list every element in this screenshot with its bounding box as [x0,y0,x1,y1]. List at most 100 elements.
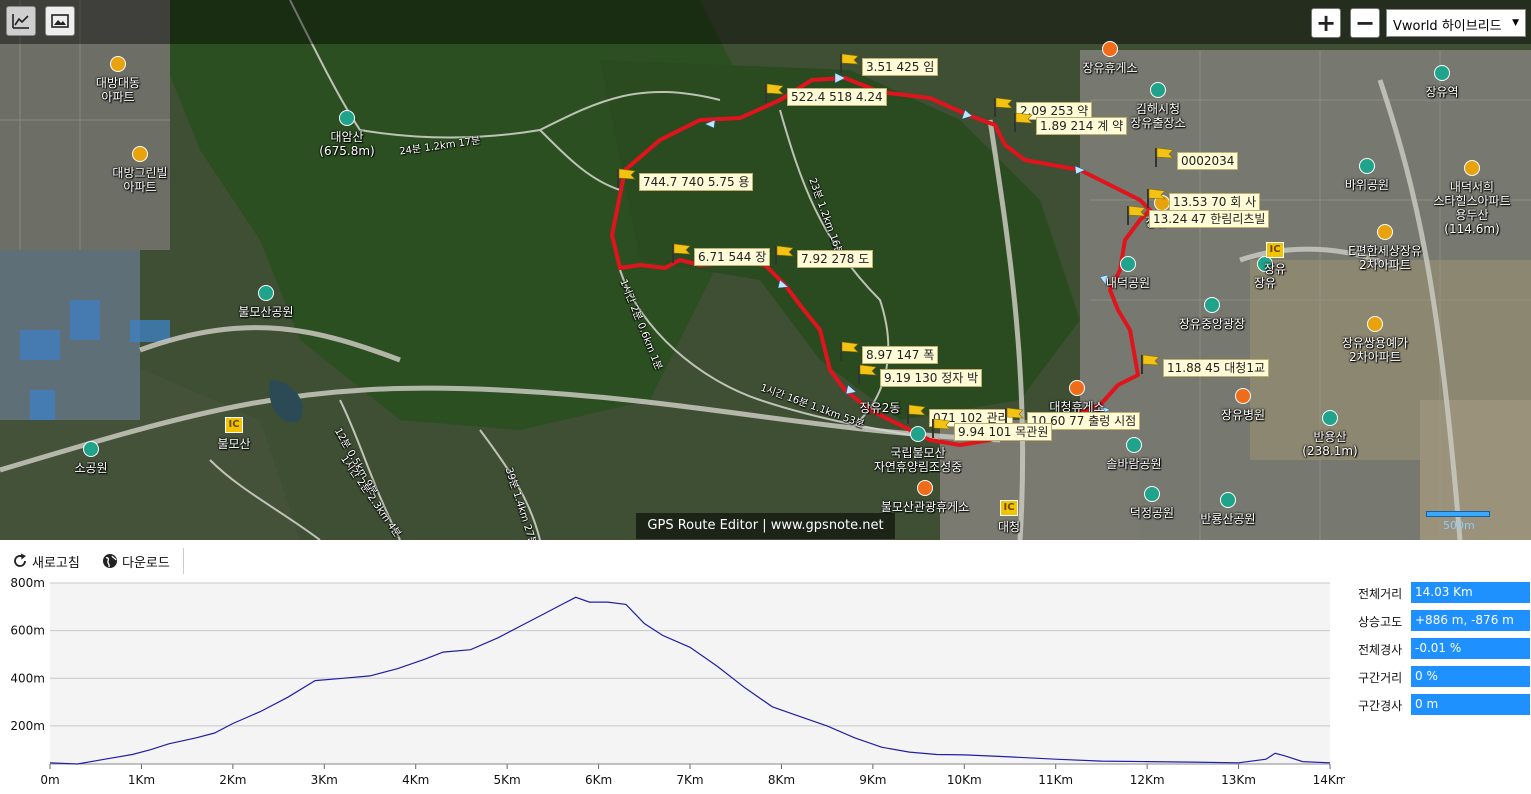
map-view[interactable]: + − Vworld 하이브리드 ▼ 대방대동 아파트대방그린빌 아파트 대암산 (67… [0,0,1531,540]
stat-value: 0 % [1411,666,1530,687]
x-tick-label: 7Km [676,773,703,787]
map-layer-select[interactable]: Vworld 하이브리드 ▼ [1386,9,1526,37]
download-button[interactable]: 다운로드 [102,550,170,572]
chevron-down-icon: ▼ [1512,18,1519,28]
map-toolbar [0,0,1531,44]
metro-icon [1434,65,1450,81]
elevation-chart[interactable]: 200m 400m 600m 800m 0m 1Km 2Km 3Km 4Km 5Km 6Km 7Km 8… [0,570,1345,794]
waypoint-label[interactable]: 3.51 425 임 [862,58,939,76]
globe-icon [103,554,117,568]
waypoint-flag-icon[interactable] [905,403,927,425]
waypoint-label[interactable]: 744.7 740 5.75 용 [639,173,754,191]
stat-label: 구간거리 [1358,671,1403,685]
x-tick-label: 6Km [585,773,612,787]
waypoint-flag-icon[interactable] [930,417,952,439]
waypoint-label[interactable]: 7.92 278 도 [797,250,874,268]
waypoint-label[interactable]: 1.89 214 계 약 [1036,117,1128,135]
waypoint-label[interactable]: 522.4 518 4.24 [787,88,887,106]
place-label[interactable]: 반룡산공원 [1200,512,1255,526]
waypoint-flag-icon[interactable] [1012,111,1034,133]
place-label[interactable]: 장유 [1264,262,1286,276]
waypoint-flag-icon[interactable] [773,244,795,266]
food-icon [1069,380,1085,396]
x-tick-label: 8Km [768,773,795,787]
x-tick-label: 11Km [1038,773,1073,787]
waypoint-flag-icon[interactable] [763,82,785,104]
place-label[interactable]: 장유휴게소 [1082,61,1137,75]
apt-icon [132,146,148,162]
place-label[interactable]: 불모산 [217,437,250,451]
scale-text: 500m [1443,519,1475,532]
place-label[interactable]: 바위공원 [1345,178,1389,192]
waypoint-flag-icon[interactable] [1145,187,1167,209]
park-icon [1220,492,1236,508]
waypoint-flag-icon[interactable] [1139,353,1161,375]
waypoint-label[interactable]: 6.71 544 장 [694,248,771,266]
park-icon [83,441,99,457]
hosp-icon [1235,388,1251,404]
place-label[interactable]: 대암산 (675.8m) [319,130,374,158]
zoom-out-button[interactable]: − [1350,8,1380,38]
photo-toggle-button[interactable] [45,6,75,36]
stat-value: 0 m [1411,694,1530,715]
place-label[interactable]: 장유2동 [860,401,901,415]
refresh-button[interactable]: 새로고침 [12,550,80,572]
waypoint-flag-icon[interactable] [856,363,878,385]
food-icon [1102,41,1118,57]
waypoint-label[interactable]: 9.19 130 정자 박 [880,369,983,387]
interchange-icon: IC [1266,242,1284,258]
waypoint-flag-icon[interactable] [670,242,692,264]
place-label[interactable]: 반용산 (238.1m) [1302,430,1357,458]
y-tick-label: 200m [10,719,45,733]
waypoint-flag-icon[interactable] [838,52,860,74]
apt-icon [1464,160,1480,176]
place-label[interactable]: 덕정공원 [1130,506,1174,520]
chart-toggle-button[interactable] [6,6,36,36]
map-layer-selected: Vworld 하이브리드 [1393,19,1502,34]
waypoint-label[interactable]: 13.53 70 회 사 [1169,193,1261,211]
place-label[interactable]: 장유중앙광장 [1179,317,1245,331]
place-label[interactable]: 김해시청 장유출장소 [1130,102,1185,130]
place-label[interactable]: E편한세상장유 2차아파트 [1348,244,1422,272]
satellite-imagery [0,0,1531,540]
stat-label: 구간경사 [1358,699,1403,713]
place-label[interactable]: 불모산관광휴게소 [881,500,969,514]
place-label[interactable]: 국립불모산 자연휴양림조성중 [874,446,962,474]
zoom-in-button[interactable]: + [1311,8,1341,38]
place-label[interactable]: 장유병원 [1221,408,1265,422]
waypoint-flag-icon[interactable] [1125,204,1147,226]
place-label[interactable]: 장유쌍용예가 2차아파트 [1342,336,1408,364]
waypoint-label[interactable]: 8.97 147 폭 [862,346,939,364]
waypoint-label[interactable]: 0002034 [1177,152,1239,170]
waypoint-flag-icon[interactable] [615,167,637,189]
place-label[interactable]: 불모산공원 [238,305,293,319]
place-label[interactable]: 소공원 [74,461,107,475]
interchange-icon: IC [1000,500,1018,516]
place-label[interactable]: 대청 [998,520,1020,534]
chart-icon [12,14,29,29]
waypoint-label[interactable]: 9.94 101 목관원 [954,423,1053,441]
download-label: 다운로드 [122,555,170,571]
refresh-icon [14,553,26,567]
place-label[interactable]: 대방그린빌 아파트 [112,166,167,194]
x-tick-label: 3Km [311,773,338,787]
watermark: GPS Route Editor | www.gpsnote.net [636,513,895,539]
park-icon [1144,486,1160,502]
park-icon [258,285,274,301]
image-icon [51,14,69,28]
waypoint-flag-icon[interactable] [838,340,860,362]
apt-icon [1377,224,1393,240]
mtn-icon [339,110,355,126]
place-label[interactable]: 대방대동 아파트 [96,76,140,104]
place-label[interactable]: 솔바람공원 [1106,457,1161,471]
place-label[interactable]: 장유 [1254,276,1276,290]
waypoint-flag-icon[interactable] [992,96,1014,118]
park-icon [1126,437,1142,453]
place-label[interactable]: 내덕서희 스타힐스아파트 용두산 (114.6m) [1433,180,1510,236]
waypoint-label[interactable]: 13.24 47 한림리츠빌 [1149,210,1270,228]
place-label[interactable]: 장유역 [1425,85,1458,99]
park-icon [1204,297,1220,313]
waypoint-flag-icon[interactable] [1153,146,1175,168]
waypoint-label[interactable]: 11.88 45 대청1교 [1163,359,1270,377]
place-label[interactable]: 내덕공원 [1106,276,1150,290]
